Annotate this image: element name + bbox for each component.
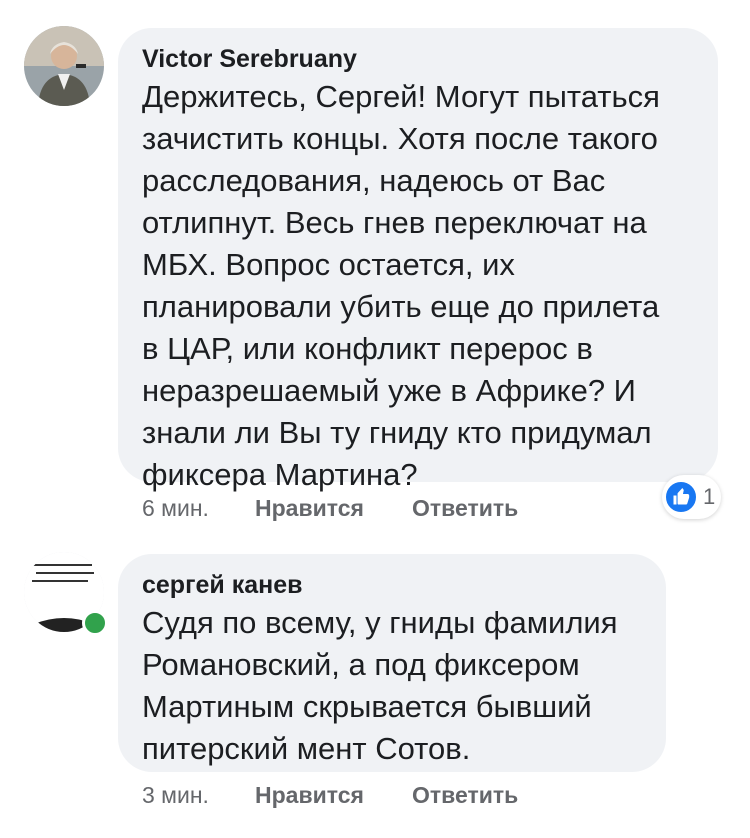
comment-text: Судя по всему, у гниды фамилия Романовск…: [142, 605, 618, 766]
comment-author[interactable]: сергей канев: [142, 570, 640, 600]
avatar-victor[interactable]: [24, 26, 104, 106]
comment-text: Держитесь, Сергей! Могут пытаться зачист…: [142, 79, 660, 492]
comment-time[interactable]: 6 мин.: [142, 495, 255, 522]
comment-actions: 6 мин. Нравится Ответить: [142, 495, 518, 522]
online-status-indicator: [82, 610, 108, 636]
reply-button[interactable]: Ответить: [412, 495, 518, 522]
avatar-photo: [24, 26, 104, 106]
comment-time[interactable]: 3 мин.: [142, 782, 255, 809]
reply-button[interactable]: Ответить: [412, 782, 518, 809]
like-button[interactable]: Нравится: [255, 495, 412, 522]
comment-bubble: Victor Serebruany Держитесь, Сергей! Мог…: [118, 28, 718, 492]
comment-actions: 3 мин. Нравится Ответить: [142, 782, 518, 809]
comment-author[interactable]: Victor Serebruany: [142, 44, 692, 74]
like-button[interactable]: Нравится: [255, 782, 412, 809]
thumbs-up-icon: [664, 480, 698, 514]
reaction-count: 1: [703, 484, 716, 509]
reactions-summary[interactable]: 1: [662, 475, 722, 519]
comment-bubble: сергей канев Судя по всему, у гниды фами…: [118, 554, 666, 772]
